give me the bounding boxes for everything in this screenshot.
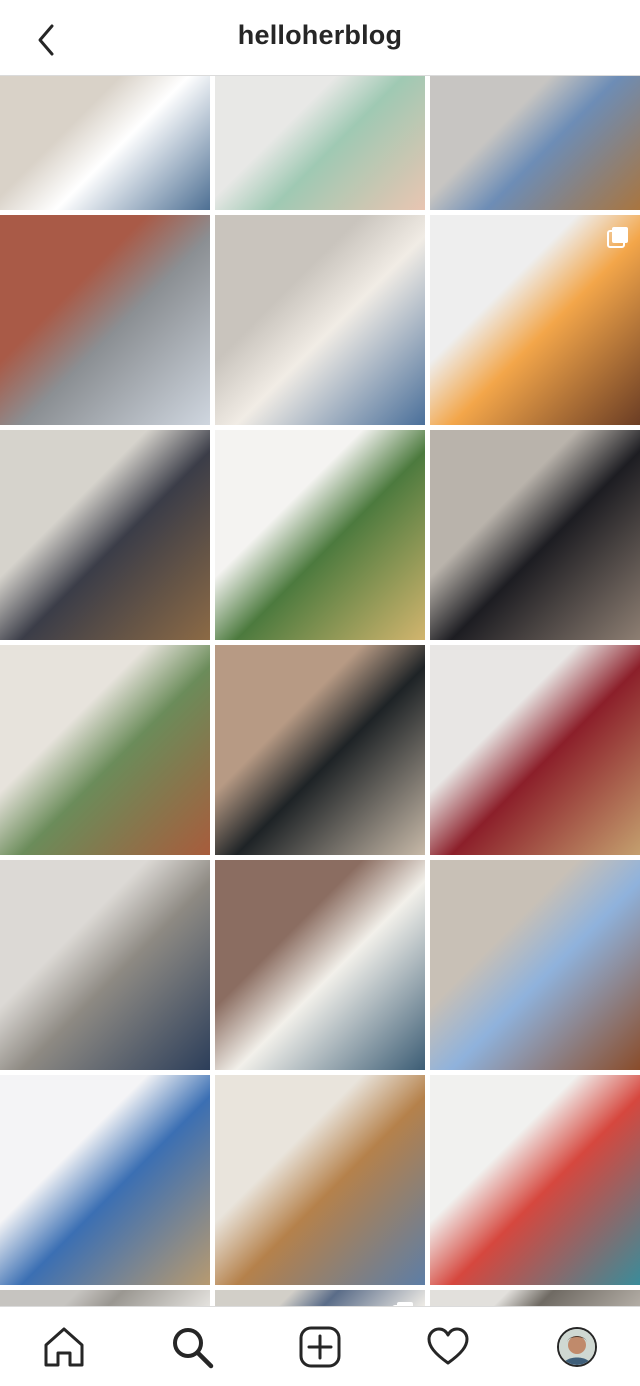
- search-tab[interactable]: [168, 1323, 216, 1371]
- post-reading-book[interactable]: [215, 860, 425, 1070]
- add-post-icon: [299, 1326, 341, 1368]
- bottom-navigation: [0, 1306, 640, 1386]
- search-icon: [173, 1328, 214, 1369]
- post-brick-house[interactable]: [0, 215, 210, 425]
- post-partial-3[interactable]: [430, 1290, 640, 1306]
- home-icon: [44, 1327, 84, 1367]
- post-dog-birthday[interactable]: [0, 1075, 210, 1285]
- post-bathroom-vanity[interactable]: [215, 1075, 425, 1285]
- post-nail-polish[interactable]: [430, 645, 640, 855]
- home-tab[interactable]: [40, 1323, 88, 1371]
- multiple-posts-icon: [607, 227, 628, 248]
- heart-icon: [427, 1327, 469, 1365]
- post-blue-sweater[interactable]: [430, 860, 640, 1070]
- post-street-jeans[interactable]: [430, 76, 640, 210]
- post-street-walk[interactable]: [430, 430, 640, 640]
- profile-avatar[interactable]: [557, 1327, 597, 1367]
- post-living-room[interactable]: [0, 645, 210, 855]
- post-plaid-blazer[interactable]: [0, 860, 210, 1070]
- post-steps-sitting[interactable]: [215, 215, 425, 425]
- post-couch-dog[interactable]: [0, 430, 210, 640]
- post-book-stack[interactable]: [430, 1075, 640, 1285]
- activity-tab[interactable]: [424, 1323, 472, 1371]
- post-partial-2[interactable]: [215, 1290, 425, 1306]
- post-candle-plant[interactable]: [215, 430, 425, 640]
- top-bar: helloherblog: [0, 0, 640, 76]
- profile-username: helloherblog: [237, 20, 403, 50]
- post-white-blouse[interactable]: [0, 76, 210, 210]
- post-partial-1[interactable]: [0, 1290, 210, 1306]
- post-black-outfit[interactable]: [215, 645, 425, 855]
- post-skincare-tray[interactable]: [215, 76, 425, 210]
- post-dairy-almond-shake[interactable]: [430, 215, 640, 425]
- avatar-image: [559, 1329, 595, 1365]
- add-post-tab[interactable]: [296, 1323, 344, 1371]
